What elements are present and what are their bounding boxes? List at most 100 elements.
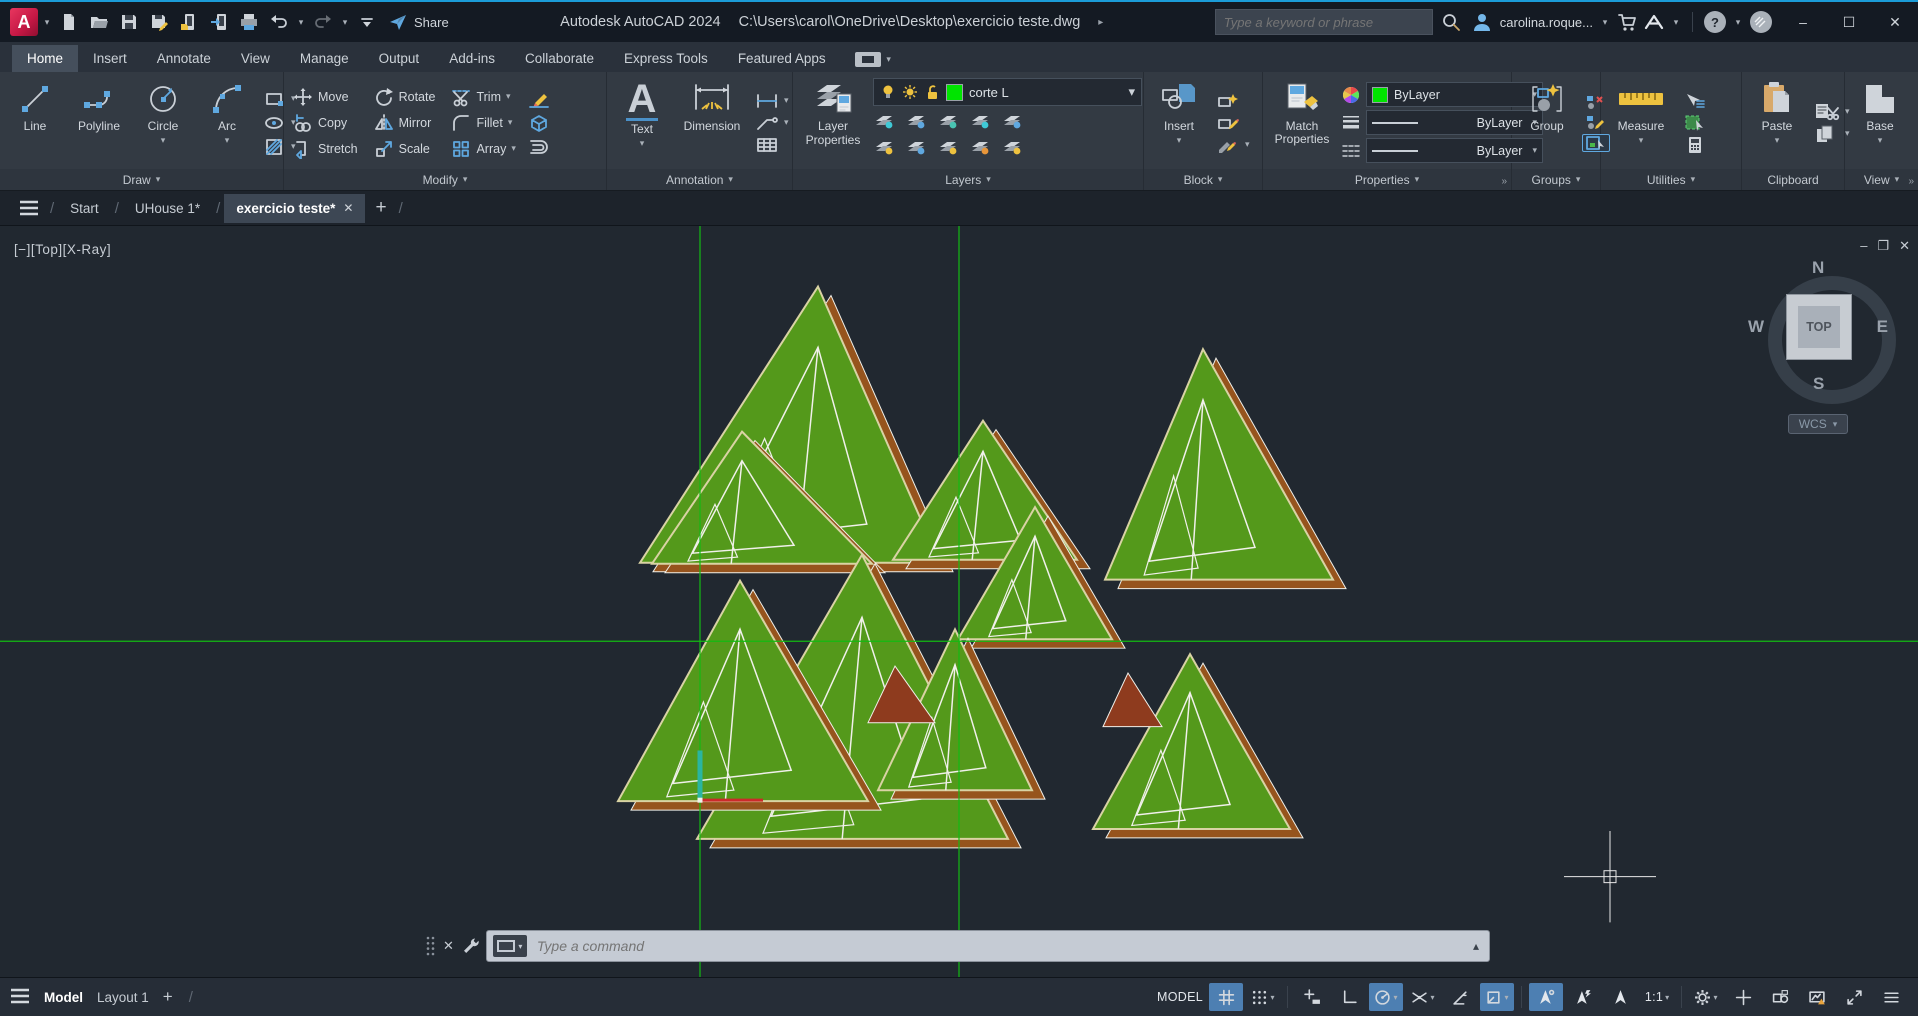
window-close-button[interactable]: ✕	[1872, 2, 1918, 42]
dim-linear-button[interactable]: ▾	[753, 92, 791, 110]
trim-button[interactable]: Trim▾	[448, 85, 518, 109]
window-maximize-button[interactable]: ☐	[1826, 2, 1872, 42]
mirror-button[interactable]: Mirror	[371, 111, 439, 135]
insert-button[interactable]: Insert ▾	[1150, 78, 1208, 168]
object-snap-tracking-toggle[interactable]	[1443, 983, 1477, 1011]
panel-label-draw[interactable]: Draw▾	[0, 169, 283, 190]
copy-button[interactable]: Copy	[290, 111, 361, 135]
panel-label-clipboard[interactable]: Clipboard	[1742, 169, 1844, 190]
ribbon-tab-annotate[interactable]: Annotate	[142, 45, 226, 72]
compass-east-label[interactable]: E	[1877, 317, 1888, 337]
create-block-button[interactable]	[1214, 92, 1252, 110]
isolate-objects-toggle[interactable]	[1763, 983, 1797, 1011]
tree-polygon[interactable]	[1105, 349, 1333, 579]
clean-screen-toggle[interactable]	[1837, 983, 1871, 1011]
layer-tool-icon[interactable]	[873, 110, 897, 132]
linetype-icon[interactable]	[1341, 141, 1361, 161]
viewcube-face[interactable]: TOP	[1786, 294, 1852, 360]
ribbon-tab-featured-apps[interactable]: Featured Apps	[723, 45, 841, 72]
share-button[interactable]: Share	[388, 12, 449, 32]
grid-toggle[interactable]	[1209, 983, 1243, 1011]
offset-button[interactable]	[525, 137, 553, 157]
base-button[interactable]: Base ▾	[1851, 78, 1909, 168]
save-to-mobile-button[interactable]	[206, 9, 232, 35]
open-file-button[interactable]	[86, 9, 112, 35]
lineweight-icon[interactable]	[1341, 113, 1361, 133]
layer-tool-icon[interactable]	[905, 110, 929, 132]
view-dialog-launcher[interactable]: »	[1908, 176, 1914, 187]
compass-west-label[interactable]: W	[1748, 317, 1764, 337]
layer-unlock-icon[interactable]	[924, 84, 940, 100]
compass-north-label[interactable]: N	[1812, 258, 1824, 278]
ribbon-tab-manage[interactable]: Manage	[285, 45, 364, 72]
customization-menu[interactable]	[1874, 983, 1908, 1011]
arc-button[interactable]: Arc ▾	[198, 78, 256, 168]
command-bar-grip[interactable]	[425, 935, 435, 957]
ribbon-tab-collaborate[interactable]: Collaborate	[510, 45, 609, 72]
search-icon[interactable]	[1441, 12, 1461, 32]
layer-thaw-icon[interactable]	[902, 84, 918, 100]
layer-tool-icon[interactable]	[969, 136, 993, 158]
quick-calc-button[interactable]	[1681, 136, 1709, 154]
crosshair-customize[interactable]	[1726, 983, 1760, 1011]
cart-icon[interactable]	[1617, 12, 1637, 32]
move-button[interactable]: Move	[290, 85, 361, 109]
layer-on-icon[interactable]	[880, 84, 896, 100]
title-chevron-icon[interactable]: ▸	[1098, 17, 1103, 28]
drawing-viewport[interactable]: [−][Top][X-Ray] – ❐ ✕ N W E S TOP WCS▾ ✕…	[0, 226, 1918, 977]
command-history-caret-icon[interactable]: ▴	[1473, 939, 1483, 953]
isodraft-toggle[interactable]: ▾	[1406, 983, 1440, 1011]
circle-button[interactable]: Circle ▾	[134, 78, 192, 168]
status-menu-icon[interactable]	[10, 988, 30, 1007]
drawing-close-button[interactable]: ✕	[1899, 238, 1910, 254]
dynamic-input-toggle[interactable]	[1295, 983, 1329, 1011]
layer-dropdown[interactable]: corte L ▾	[873, 78, 1142, 106]
command-options-icon[interactable]: ▾	[493, 935, 527, 957]
id-point-button[interactable]	[1681, 114, 1709, 132]
command-input-bar[interactable]: ▾ ▴	[486, 930, 1490, 962]
model-space-toggle[interactable]: MODEL	[1154, 983, 1206, 1011]
undo-caret-icon[interactable]: ▾	[296, 17, 306, 28]
model-tab[interactable]: Model	[44, 990, 83, 1005]
file-tab-uhouse-1[interactable]: UHouse 1*	[123, 194, 212, 223]
file-tab-exercicio-teste[interactable]: exercicio teste*✕	[224, 194, 365, 223]
new-layout-button[interactable]: +	[163, 987, 173, 1007]
scale-button[interactable]: Scale	[371, 137, 439, 161]
annotation-scale-icon[interactable]	[1603, 983, 1637, 1011]
panel-label-view[interactable]: View▾»	[1845, 169, 1918, 190]
layer-tool-icon[interactable]	[873, 136, 897, 158]
new-drawing-tab-button[interactable]: +	[367, 197, 394, 219]
workspace-switching[interactable]: ▾	[1689, 983, 1723, 1011]
panel-label-properties[interactable]: Properties▾»	[1263, 169, 1511, 190]
tree-polygon[interactable]	[1093, 654, 1290, 829]
command-input[interactable]	[535, 937, 1465, 955]
viewport-controls-label[interactable]: [−][Top][X-Ray]	[14, 242, 111, 257]
layer-dropdown-caret-icon[interactable]: ▾	[1128, 84, 1135, 100]
ribbon-tab-view[interactable]: View	[226, 45, 285, 72]
open-from-mobile-button[interactable]	[176, 9, 202, 35]
save-button[interactable]	[116, 9, 142, 35]
dimension-button[interactable]: Dimension	[677, 78, 747, 168]
drawing-restore-button[interactable]: ❐	[1877, 238, 1889, 254]
array-button[interactable]: Array▾	[448, 137, 518, 161]
tree-accent-polygon[interactable]	[1103, 673, 1162, 727]
layer-properties-button[interactable]: Layer Properties	[799, 78, 867, 168]
properties-dialog-launcher[interactable]: »	[1501, 176, 1507, 187]
layer-tool-icon[interactable]	[969, 110, 993, 132]
panel-label-block[interactable]: Block▾	[1144, 169, 1262, 190]
polyline-button[interactable]: Polyline	[70, 78, 128, 168]
viewcube[interactable]: N W E S TOP WCS▾	[1740, 260, 1896, 434]
layer-tool-icon[interactable]	[937, 110, 961, 132]
layer-color-swatch[interactable]	[946, 84, 963, 101]
annotation-autoscale-toggle[interactable]	[1566, 983, 1600, 1011]
panel-label-annotation[interactable]: Annotation▾	[607, 169, 792, 190]
autodesk-menu-caret-icon[interactable]: ▾	[1671, 17, 1681, 28]
search-input[interactable]	[1215, 9, 1433, 35]
layer-tool-icon[interactable]	[905, 136, 929, 158]
color-wheel-icon[interactable]	[1341, 85, 1361, 105]
ribbon-display-toggle[interactable]: ▾	[855, 52, 894, 67]
graphics-performance-toggle[interactable]	[1800, 983, 1834, 1011]
fillet-button[interactable]: Fillet▾	[448, 111, 518, 135]
user-name[interactable]: carolina.roque...	[1500, 15, 1593, 30]
save-as-button[interactable]	[146, 9, 172, 35]
